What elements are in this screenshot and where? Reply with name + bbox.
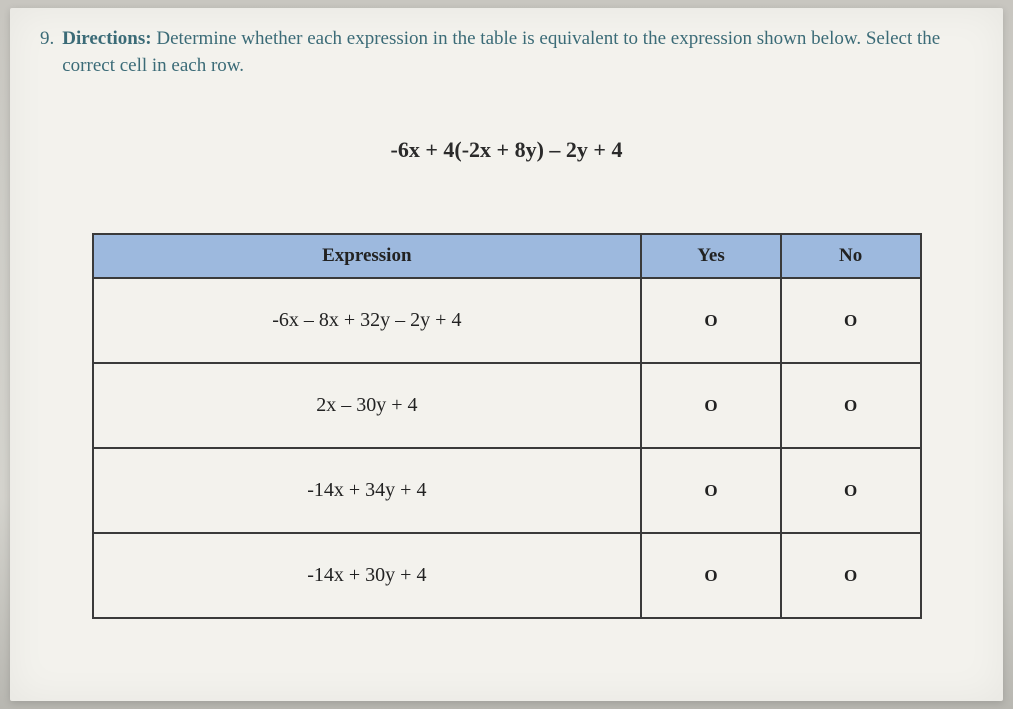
header-no: No: [781, 234, 921, 278]
directions-label: Directions:: [62, 28, 151, 49]
expression-cell: 2x – 30y + 4: [93, 363, 642, 448]
yes-option[interactable]: O: [641, 533, 781, 618]
table-row: -14x + 30y + 4 O O: [93, 533, 921, 618]
worksheet-page: 9. Directions: Determine whether each ex…: [10, 8, 1003, 701]
table-row: -14x + 34y + 4 O O: [93, 448, 921, 533]
table-row: 2x – 30y + 4 O O: [93, 363, 921, 448]
table-row: -6x – 8x + 32y – 2y + 4 O O: [93, 278, 921, 363]
table-wrap: Expression Yes No -6x – 8x + 32y – 2y + …: [92, 233, 922, 619]
question-block: 9. Directions: Determine whether each ex…: [40, 26, 973, 79]
main-expression: -6x + 4(-2x + 8y) – 2y + 4: [40, 137, 973, 163]
no-option[interactable]: O: [781, 448, 921, 533]
directions-body: Determine whether each expression in the…: [62, 28, 940, 76]
question-number: 9.: [40, 26, 54, 79]
header-yes: Yes: [641, 234, 781, 278]
expression-cell: -14x + 34y + 4: [93, 448, 642, 533]
no-option[interactable]: O: [781, 363, 921, 448]
no-option[interactable]: O: [781, 533, 921, 618]
equivalence-table: Expression Yes No -6x – 8x + 32y – 2y + …: [92, 233, 922, 619]
question-text: Directions: Determine whether each expre…: [62, 26, 973, 79]
yes-option[interactable]: O: [641, 448, 781, 533]
yes-option[interactable]: O: [641, 363, 781, 448]
no-option[interactable]: O: [781, 278, 921, 363]
header-expression: Expression: [93, 234, 642, 278]
expression-cell: -14x + 30y + 4: [93, 533, 642, 618]
expression-cell: -6x – 8x + 32y – 2y + 4: [93, 278, 642, 363]
table-header-row: Expression Yes No: [93, 234, 921, 278]
yes-option[interactable]: O: [641, 278, 781, 363]
